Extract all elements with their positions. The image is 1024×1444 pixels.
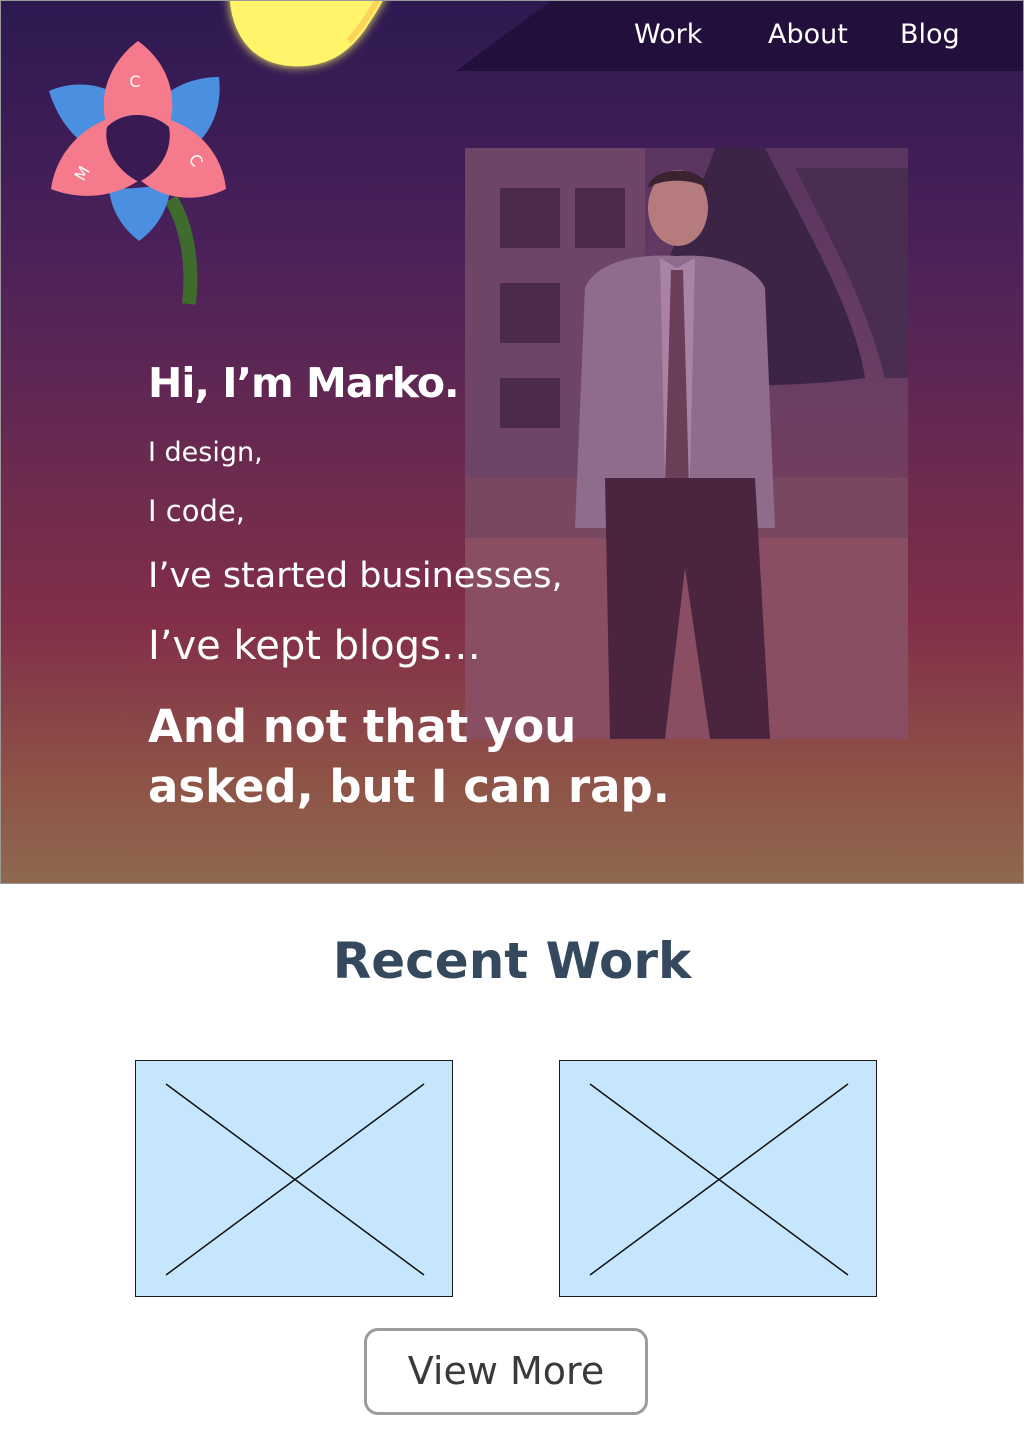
image-placeholder-icon — [165, 1083, 425, 1276]
recent-work-title: Recent Work — [332, 932, 692, 990]
hero-line-design: I design, — [148, 437, 263, 468]
hero-line-businesses: I’ve started businesses, — [148, 556, 563, 596]
hero-line-rap: And not that you asked, but I can rap. — [148, 700, 670, 813]
svg-text:C: C — [129, 72, 140, 91]
view-more-button[interactable]: View More — [364, 1328, 648, 1415]
image-placeholder-icon — [589, 1083, 849, 1276]
nav-work-link[interactable]: Work — [634, 19, 702, 50]
hero-line-code: I code, — [148, 494, 245, 528]
flower-logo-icon[interactable]: C C M — [41, 39, 231, 309]
profile-photo — [465, 148, 908, 739]
hero-greeting: Hi, I’m Marko. — [148, 359, 460, 407]
recent-work-card[interactable] — [135, 1060, 453, 1297]
hero-section: Work About Blog C C M Hi, I’m Marko. I d… — [0, 0, 1024, 884]
top-nav: Work About Blog — [456, 1, 1023, 71]
recent-work-card[interactable] — [559, 1060, 877, 1297]
nav-blog-link[interactable]: Blog — [900, 19, 960, 50]
nav-about-link[interactable]: About — [768, 19, 848, 50]
hero-line-blogs: I’ve kept blogs… — [148, 623, 481, 669]
